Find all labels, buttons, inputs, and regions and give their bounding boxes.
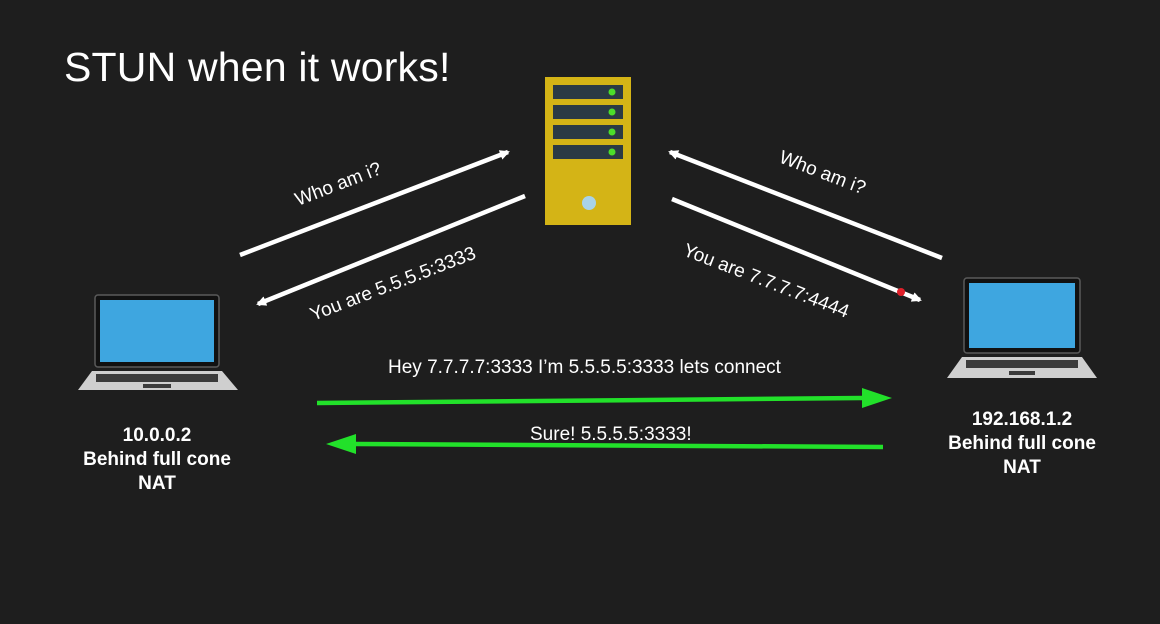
- left-host-nat-line2: NAT: [138, 473, 176, 494]
- p2p-reply-label: Sure! 5.5.5.5:3333!: [530, 424, 692, 445]
- right-response-label: You are 7.7.7.7:4444: [680, 240, 852, 323]
- left-response-label: You are 5.5.5.5:3333: [307, 243, 479, 326]
- right-laptop-icon: [947, 277, 1097, 378]
- right-request-label: Who am i?: [776, 147, 868, 199]
- left-host-label: 10.0.0.2 Behind full cone NAT: [62, 424, 252, 496]
- stun-diagram: Who am i? You are 5.5.5.5:3333 Who am i?…: [78, 77, 1097, 454]
- p2p-request-label: Hey 7.7.7.7:3333 I’m 5.5.5.5:3333 lets c…: [388, 357, 782, 378]
- right-host-label: 192.168.1.2 Behind full cone NAT: [927, 408, 1117, 480]
- right-host-ip: 192.168.1.2: [971, 409, 1073, 430]
- p2p-request-arrowhead: [862, 388, 892, 408]
- pointer-dot: [897, 288, 905, 296]
- left-host-ip: 10.0.0.2: [122, 425, 192, 446]
- p2p-reply-arrowhead: [326, 434, 356, 454]
- right-host-nat-line1: Behind full cone: [948, 433, 1096, 454]
- left-laptop-icon: [78, 294, 238, 390]
- left-host-nat-line1: Behind full cone: [83, 449, 231, 470]
- stun-server-icon: [545, 77, 631, 225]
- p2p-request-arrow: [316, 395, 863, 406]
- right-host-nat-line2: NAT: [1003, 457, 1041, 478]
